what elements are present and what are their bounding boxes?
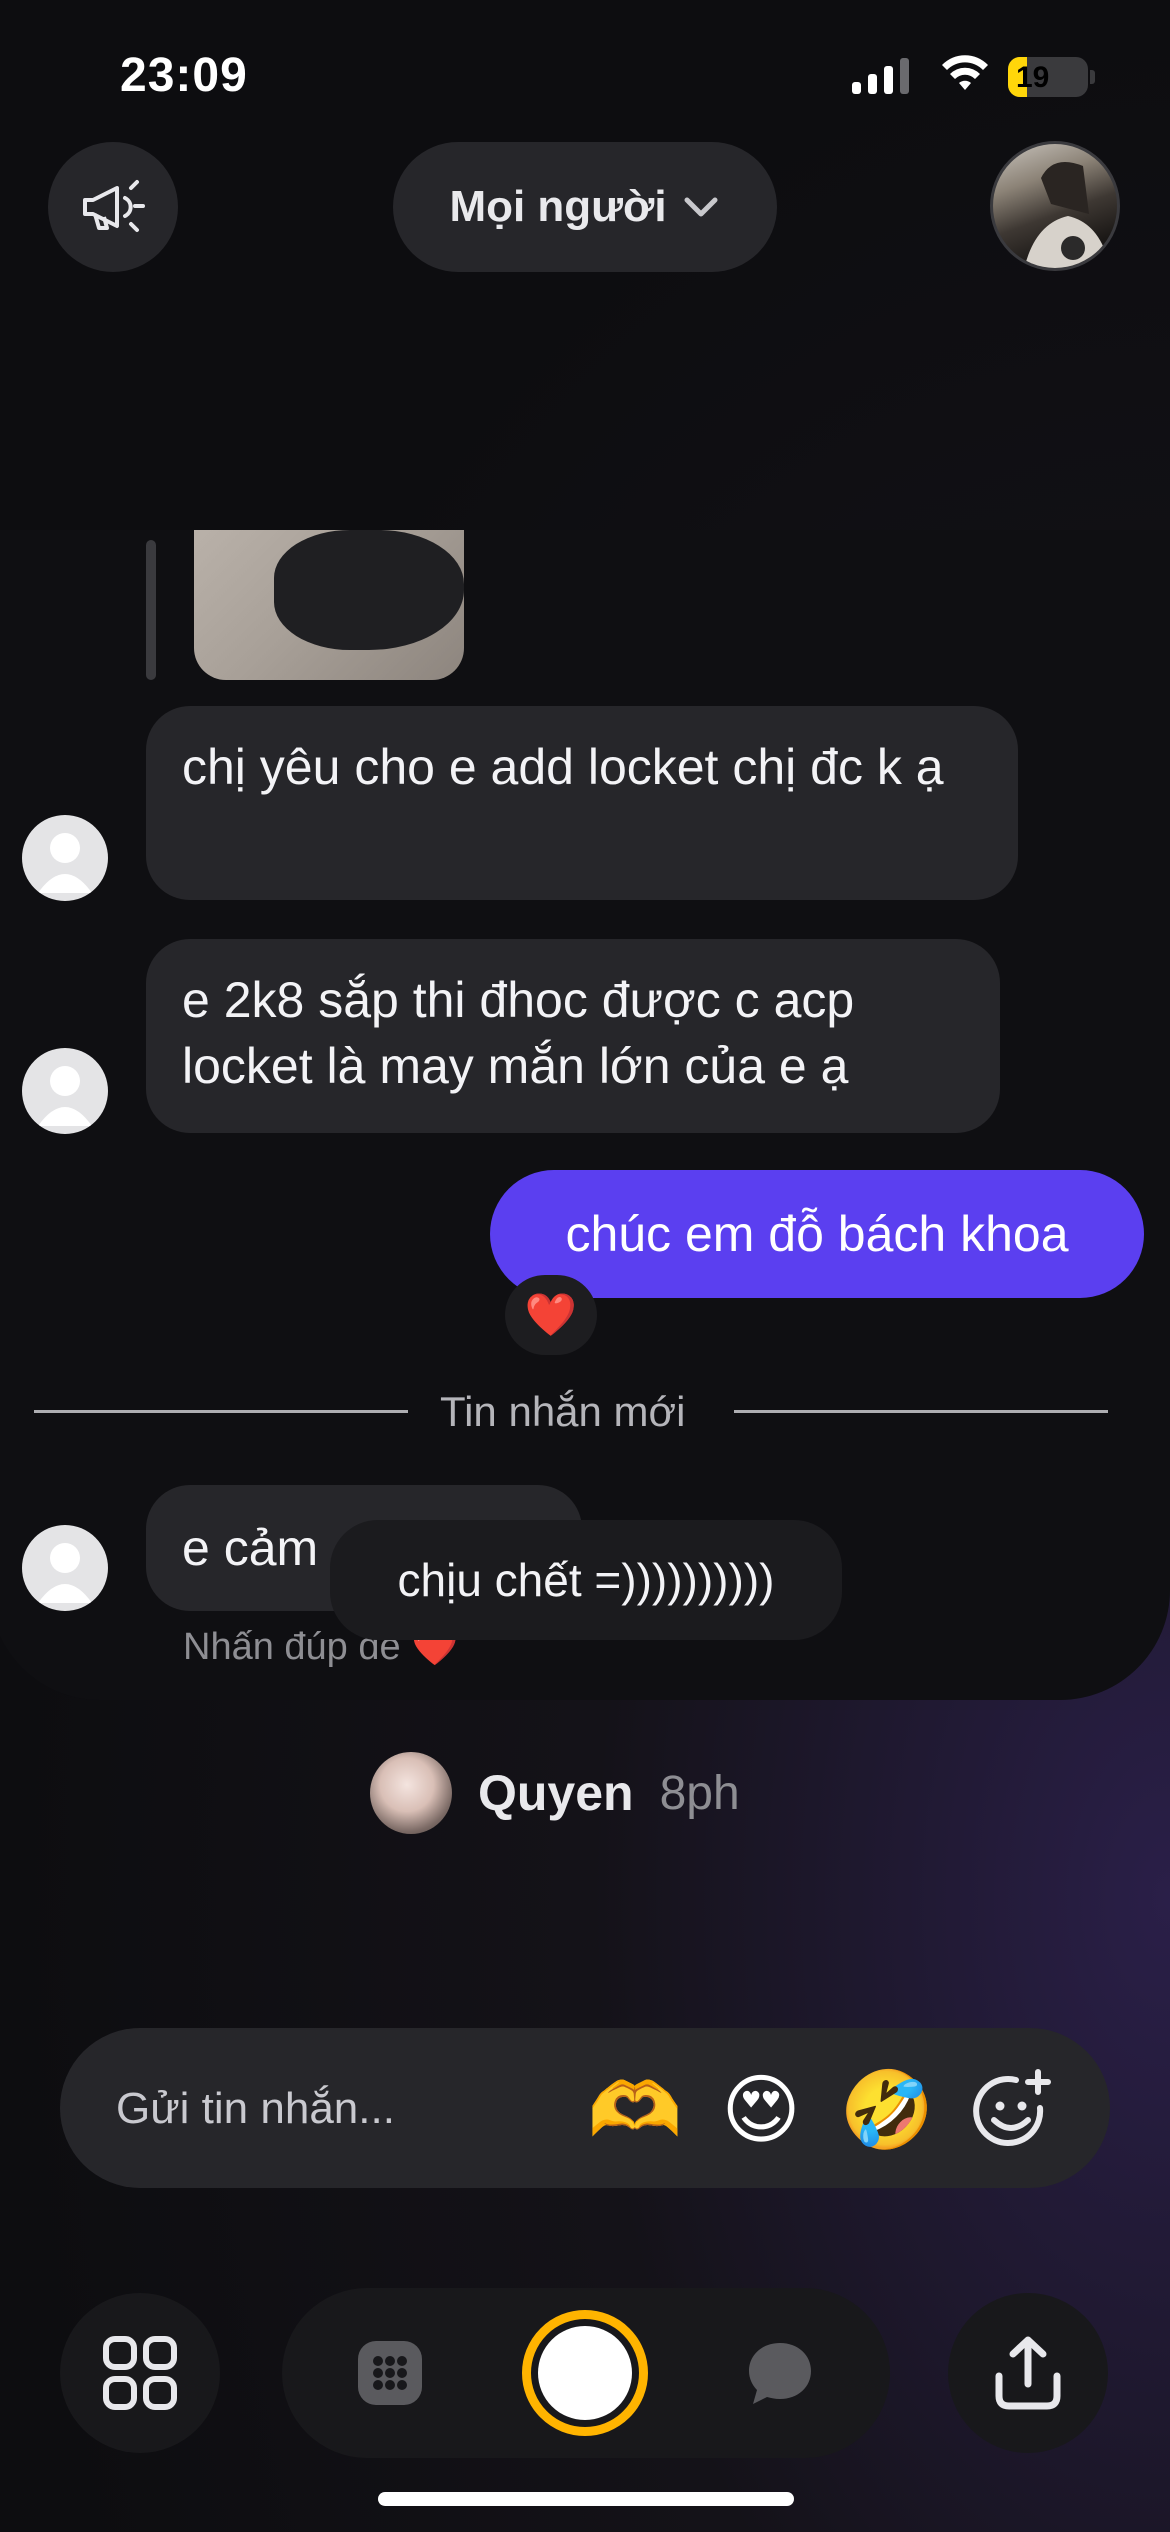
quick-reaction-rofl[interactable]: 🤣 <box>840 2066 935 2156</box>
divider-line-left <box>34 1410 408 1413</box>
battery-level: 19 <box>1016 61 1050 94</box>
message-bubble[interactable]: e 2k8 sắp thi đhoc được c acp locket là … <box>146 939 1000 1133</box>
share-icon <box>995 2336 1061 2410</box>
audience-filter-dropdown[interactable]: Mọi người <box>393 142 777 272</box>
sender-avatar[interactable] <box>22 815 108 901</box>
post-sender-info[interactable]: Quyen 8ph <box>370 1752 740 1834</box>
add-emoji-icon <box>973 2069 1051 2146</box>
home-indicator <box>378 2492 794 2506</box>
message-reaction[interactable]: ❤️ <box>505 1275 597 1355</box>
chat-icon <box>749 2343 811 2404</box>
grid-view-button[interactable] <box>60 2293 220 2453</box>
new-messages-divider: Tin nhắn mới <box>440 1388 686 1435</box>
replied-photo-thumbnail[interactable] <box>194 530 464 680</box>
chevron-down-icon <box>684 197 718 217</box>
battery-indicator: 19 <box>1008 57 1088 97</box>
camera-shutter-button[interactable] <box>522 2310 648 2436</box>
default-avatar-icon <box>38 833 92 893</box>
sender-profile-avatar[interactable] <box>370 1752 452 1834</box>
default-avatar-icon <box>38 1066 92 1126</box>
calendar-icon <box>358 2341 422 2405</box>
shutter-inner <box>538 2326 632 2420</box>
my-message-bubble[interactable]: chúc em đỗ bách khoa <box>490 1170 1144 1298</box>
megaphone-icon <box>83 180 145 232</box>
reply-quote-line <box>146 540 156 680</box>
default-avatar-icon <box>38 1543 92 1603</box>
status-time: 23:09 <box>120 49 248 102</box>
cellular-signal-icon <box>852 58 909 94</box>
chat-button[interactable] <box>745 2338 815 2413</box>
share-button[interactable] <box>948 2293 1108 2453</box>
add-emoji-button[interactable] <box>968 2066 1058 2156</box>
calendar-button[interactable] <box>355 2338 425 2413</box>
sender-name: Quyen <box>478 1765 634 1821</box>
sender-time: 8ph <box>659 1766 740 1820</box>
floating-reply-preview: chịu chết =)))))))))) <box>330 1520 842 1640</box>
message-input[interactable] <box>114 2068 598 2150</box>
announcement-button[interactable] <box>48 142 178 272</box>
divider-line-right <box>734 1410 1108 1413</box>
profile-avatar[interactable] <box>990 141 1120 271</box>
quick-reaction-heart-eyes[interactable]: 😍 <box>716 2066 806 2156</box>
profile-photo <box>1024 162 1110 268</box>
sender-avatar[interactable] <box>22 1048 108 1134</box>
wifi-icon <box>942 55 988 90</box>
quick-reaction-heart-hands[interactable]: 🫶 <box>588 2066 683 2156</box>
grid-icon <box>103 2336 177 2410</box>
battery-tip <box>1090 70 1095 84</box>
message-composer: 🫶 😍 🤣 <box>60 2028 1110 2188</box>
sender-avatar[interactable] <box>22 1525 108 1611</box>
message-bubble[interactable]: chị yêu cho e add locket chị đc k ạ <box>146 706 1018 900</box>
audience-filter-label: Mọi người <box>449 182 667 231</box>
